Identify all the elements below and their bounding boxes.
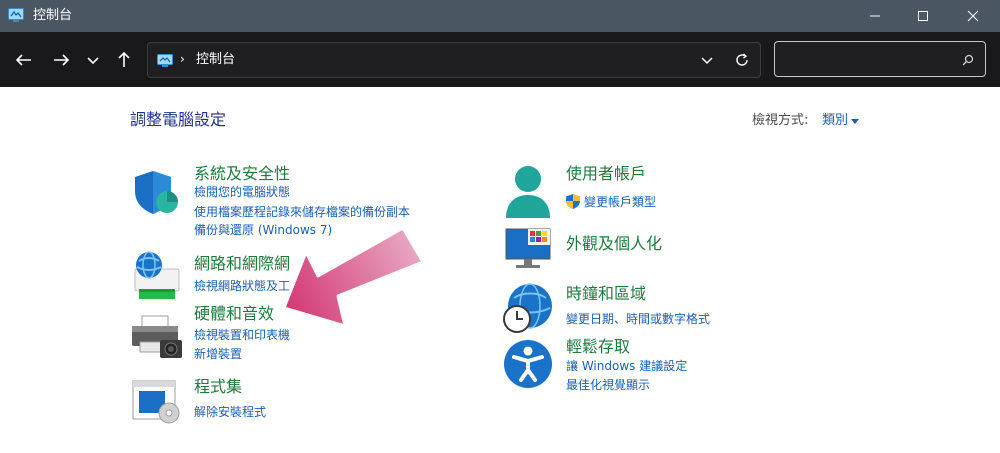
- link-uninstall-program[interactable]: 解除安裝程式: [194, 404, 266, 420]
- category-ease-of-access[interactable]: 輕鬆存取: [566, 337, 630, 357]
- maximize-icon: [918, 11, 928, 21]
- close-button[interactable]: [950, 0, 996, 32]
- search-box[interactable]: [774, 41, 986, 77]
- view-by-label: 檢視方式:: [752, 113, 809, 128]
- link-review-computer-status[interactable]: 檢閱您的電腦狀態: [194, 184, 290, 200]
- navigation-bar: › 控制台: [0, 32, 1000, 87]
- minimize-icon: [870, 15, 880, 17]
- network-icon[interactable]: [131, 249, 183, 301]
- printer-icon[interactable]: [130, 314, 184, 360]
- link-optimize-visual-display[interactable]: 最佳化視覺顯示: [566, 377, 650, 393]
- category-appearance-personalization[interactable]: 外觀及個人化: [566, 234, 662, 254]
- up-button[interactable]: [111, 47, 137, 73]
- caret-down-icon[interactable]: [851, 119, 859, 124]
- programs-icon[interactable]: [131, 379, 181, 425]
- arrow-up-icon: [118, 51, 130, 67]
- category-network-internet[interactable]: 網路和網際網: [194, 254, 290, 274]
- chevron-down-icon: [87, 57, 99, 65]
- category-clock-region[interactable]: 時鐘和區域: [566, 284, 646, 304]
- link-file-history[interactable]: 使用檔案歷程記錄來儲存檔案的備份副本: [194, 204, 410, 220]
- arrow-left-icon: [15, 54, 31, 66]
- forward-button[interactable]: [48, 47, 74, 73]
- category-programs[interactable]: 程式集: [194, 377, 242, 397]
- clock-globe-icon[interactable]: [502, 282, 554, 334]
- link-view-network-status[interactable]: 檢視網路狀態及工: [194, 278, 290, 294]
- close-icon: [967, 10, 979, 22]
- link-devices-printers[interactable]: 檢視裝置和印表機: [194, 327, 290, 343]
- refresh-icon[interactable]: [734, 52, 750, 68]
- maximize-button[interactable]: [900, 0, 946, 32]
- page-title: 調整電腦設定: [130, 110, 227, 129]
- arrow-right-icon: [54, 54, 70, 66]
- window-title: 控制台: [33, 8, 73, 23]
- recent-locations-button[interactable]: [82, 47, 104, 73]
- control-panel-icon: [157, 54, 173, 67]
- category-hardware-sound[interactable]: 硬體和音效: [194, 304, 274, 324]
- shield-icon[interactable]: [131, 167, 181, 217]
- link-let-windows-suggest[interactable]: 讓 Windows 建議設定: [566, 358, 687, 374]
- appearance-icon[interactable]: [504, 225, 554, 271]
- uac-shield-icon: [566, 194, 580, 209]
- address-bar[interactable]: › 控制台: [147, 42, 761, 78]
- link-change-account-type[interactable]: 變更帳戶類型: [584, 194, 656, 210]
- link-backup-restore[interactable]: 備份與還原 (Windows 7): [194, 222, 332, 238]
- back-button[interactable]: [11, 47, 37, 73]
- view-by-dropdown[interactable]: 類別: [822, 113, 848, 129]
- user-account-icon[interactable]: [504, 164, 552, 218]
- search-icon[interactable]: [961, 53, 975, 67]
- breadcrumb-control-panel[interactable]: 控制台: [196, 52, 235, 68]
- search-input[interactable]: [783, 48, 957, 72]
- category-system-security[interactable]: 系統及安全性: [194, 164, 290, 184]
- title-bar: 控制台: [0, 0, 1000, 32]
- minimize-button[interactable]: [852, 0, 898, 32]
- accessibility-icon[interactable]: [503, 339, 553, 389]
- link-add-device[interactable]: 新增裝置: [194, 346, 242, 362]
- chevron-down-icon[interactable]: [700, 55, 714, 67]
- link-change-date-time-format[interactable]: 變更日期、時間或數字格式: [566, 311, 710, 327]
- breadcrumb-separator: ›: [180, 52, 185, 66]
- category-user-accounts[interactable]: 使用者帳戶: [566, 164, 646, 184]
- control-panel-icon: [8, 8, 24, 22]
